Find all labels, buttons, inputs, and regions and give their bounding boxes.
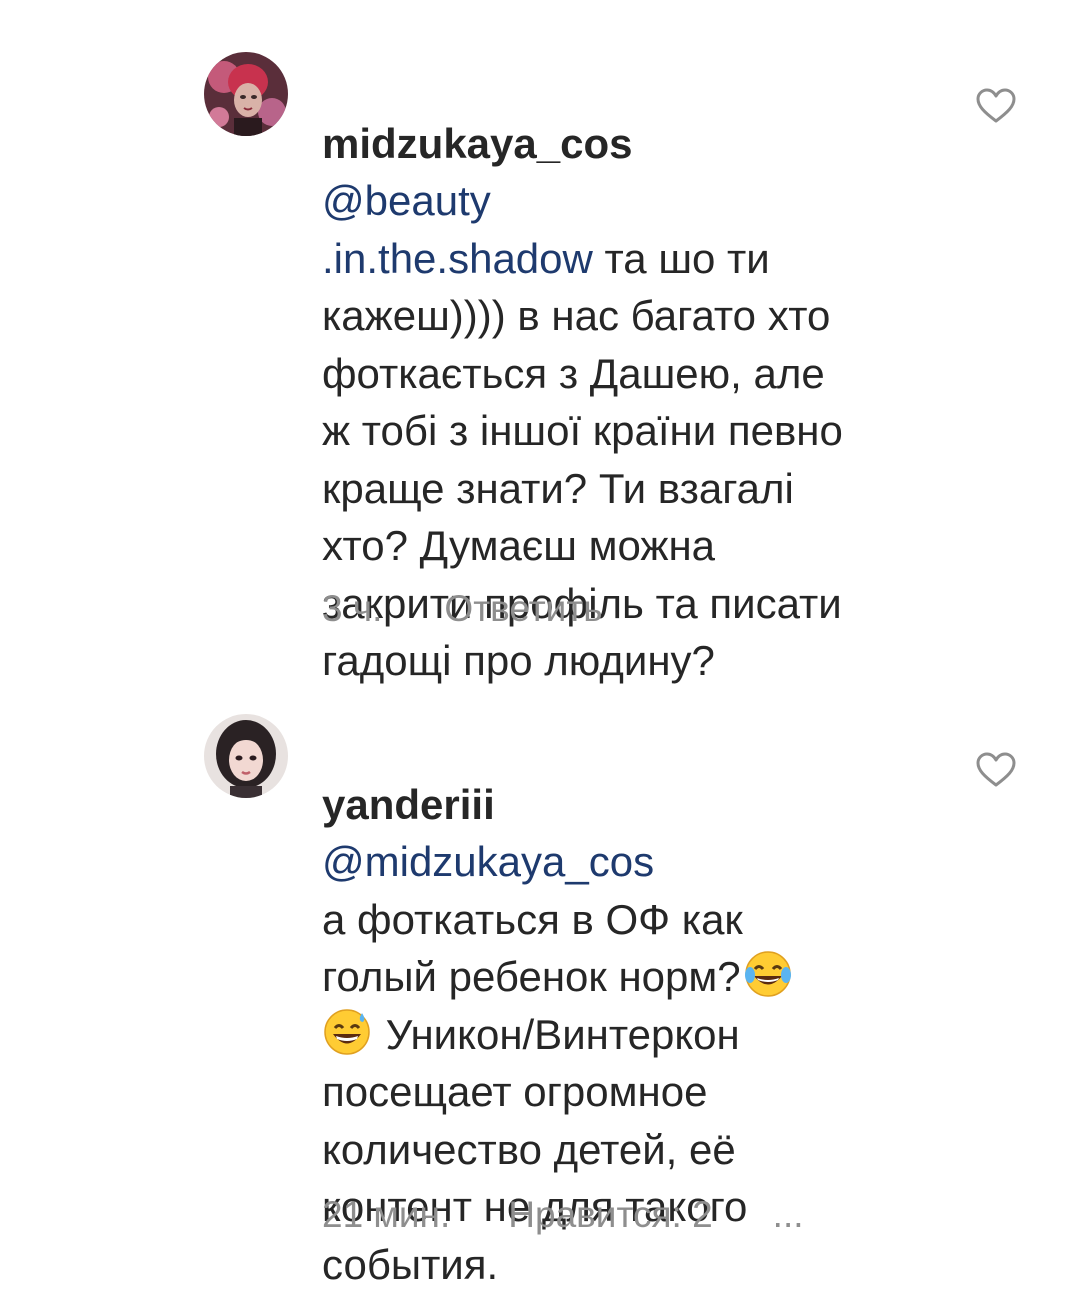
comment-meta: 21 мин. Нравится: 2 ... (322, 1194, 804, 1236)
comment-meta: 3 ч. Ответить (322, 588, 603, 630)
comment-item: midzukaya_cos @beauty .in.the.shadow та ш… (0, 0, 1080, 684)
mention-link[interactable]: @beauty (322, 177, 491, 224)
reply-button[interactable]: Ответить (444, 588, 602, 630)
avatar[interactable] (204, 52, 288, 136)
comment-text: Уникон/Винтеркон посещает огромное колич… (322, 1010, 748, 1288)
mention-link[interactable]: @midzukaya_cos (322, 838, 654, 885)
comment-text-line: а фоткаться в ОФ как (322, 895, 743, 943)
comment-username[interactable]: midzukaya_cos (322, 120, 633, 167)
like-button[interactable] (976, 88, 1016, 124)
avatar-image (204, 714, 288, 798)
likes-count-button[interactable]: Нравится: 2 (508, 1194, 712, 1236)
heart-outline-icon (976, 752, 1016, 787)
face-with-tears-of-joy-icon (743, 949, 793, 999)
comment-username[interactable]: yanderiii (322, 781, 495, 828)
comment-text-line: голый ребенок норм? (322, 953, 741, 1000)
comment-timestamp: 3 ч. (322, 588, 383, 629)
comment-timestamp: 21 мин. (322, 1194, 451, 1235)
avatar-image (204, 52, 288, 136)
heart-outline-icon (976, 88, 1016, 123)
comment-item: yanderiii @midzukaya_cos а фоткаться в ОФ… (0, 660, 1080, 1288)
grinning-face-with-sweat-icon (322, 1007, 372, 1057)
more-options-button[interactable]: ... (773, 1194, 804, 1236)
mention-link-continued[interactable]: .in.the.shadow (322, 235, 593, 282)
avatar[interactable] (204, 714, 288, 798)
like-button[interactable] (976, 752, 1016, 788)
